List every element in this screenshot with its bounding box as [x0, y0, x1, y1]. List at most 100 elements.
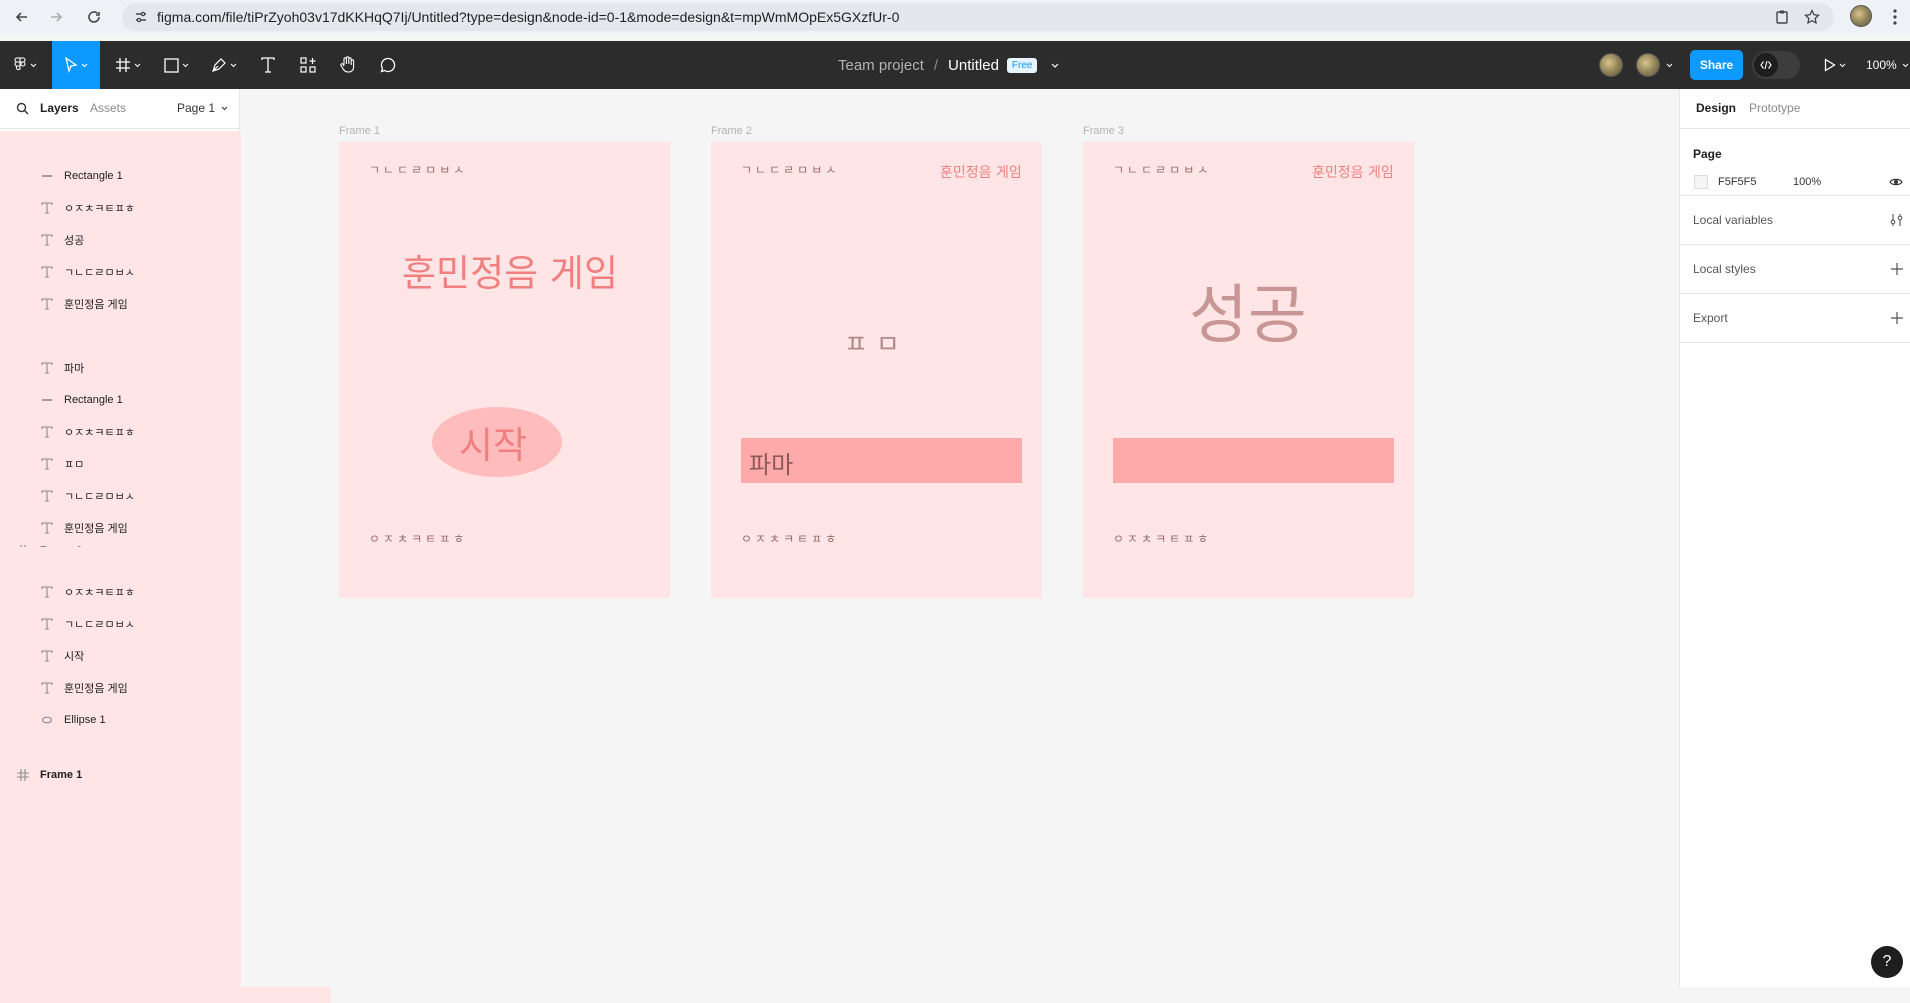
- file-name[interactable]: Untitled: [948, 57, 999, 74]
- resources-button[interactable]: [292, 41, 324, 89]
- top-jamo-text[interactable]: ㄱㄴㄷㄹㅁㅂㅅ: [369, 161, 467, 178]
- bottom-jamo-text[interactable]: ㅇㅈㅊㅋㅌㅍㅎ: [1113, 530, 1211, 547]
- frame-3[interactable]: ㄱㄴㄷㄹㅁㅂㅅ 훈민정음 게임 성공 ㅇㅈㅊㅋㅌㅍㅎ: [1083, 142, 1414, 598]
- move-tool-button[interactable]: [52, 41, 100, 89]
- bottom-jamo-text[interactable]: ㅇㅈㅊㅋㅌㅍㅎ: [369, 530, 467, 547]
- layer-name: ㄱㄴㄷㄹㅁㅂㅅ: [64, 267, 135, 279]
- zoom-dropdown[interactable]: 100%: [1866, 41, 1909, 89]
- tab-layers[interactable]: Layers: [40, 101, 79, 115]
- page-color-hex[interactable]: F5F5F5: [1718, 176, 1757, 188]
- comment-tool-button[interactable]: [372, 41, 404, 89]
- text-layer-icon: [40, 297, 54, 311]
- layer-row[interactable]: Rectangle 1: [0, 163, 239, 189]
- layer-row[interactable]: ㄱㄴㄷㄹㅁㅂㅅ: [0, 259, 239, 285]
- present-button[interactable]: [1820, 41, 1850, 89]
- answer-text[interactable]: 파마: [749, 445, 793, 480]
- frame-label[interactable]: Frame 2: [711, 125, 752, 137]
- share-button[interactable]: Share: [1690, 50, 1743, 80]
- chevron-down-icon[interactable]: [1051, 63, 1059, 68]
- local-styles-section[interactable]: Local styles: [1680, 245, 1910, 294]
- result-rectangle[interactable]: [1113, 438, 1394, 483]
- layer-row[interactable]: 파마: [0, 355, 239, 381]
- top-jamo-text[interactable]: ㄱㄴㄷㄹㅁㅂㅅ: [1113, 161, 1211, 178]
- text-layer-icon: [40, 585, 54, 599]
- page-selector[interactable]: Page 1: [177, 101, 228, 115]
- tab-design[interactable]: Design: [1696, 101, 1736, 115]
- pen-tool-button[interactable]: [206, 41, 242, 89]
- frame-tool-button[interactable]: [110, 41, 146, 89]
- layer-row[interactable]: ㅇㅈㅊㅋㅌㅍㅎ: [0, 195, 239, 221]
- layer-row[interactable]: ㅇㅈㅊㅋㅌㅍㅎ: [0, 579, 239, 605]
- components-icon: [300, 57, 316, 73]
- page-opacity[interactable]: 100%: [1793, 176, 1821, 188]
- layer-row[interactable]: 훈민정음 게임: [0, 515, 239, 541]
- game-title[interactable]: 훈민정음 게임: [402, 243, 618, 297]
- eye-icon[interactable]: [1889, 177, 1903, 187]
- layer-row[interactable]: ㄱㄴㄷㄹㅁㅂㅅ: [0, 611, 239, 637]
- search-icon[interactable]: [16, 102, 29, 115]
- browser-menu-icon[interactable]: [1893, 9, 1897, 25]
- layer-row[interactable]: Ellipse 1: [0, 707, 239, 733]
- small-game-title[interactable]: 훈민정음 게임: [940, 162, 1022, 182]
- add-icon[interactable]: [1891, 312, 1903, 324]
- layer-row[interactable]: 시작: [0, 643, 239, 669]
- forward-icon[interactable]: [44, 5, 68, 29]
- text-layer-icon: [40, 201, 54, 215]
- site-settings-icon[interactable]: [134, 10, 148, 24]
- code-icon: [1754, 53, 1778, 77]
- plan-badge[interactable]: Free: [1006, 57, 1038, 73]
- url-text[interactable]: figma.com/file/tiPrZyoh03v17dKKHqQ7Ij/Un…: [157, 9, 899, 25]
- page-color-swatch[interactable]: [1694, 175, 1708, 189]
- start-button-label[interactable]: 시작: [459, 415, 527, 469]
- layer-row[interactable]: Rectangle 1: [0, 387, 239, 413]
- export-section[interactable]: Export: [1680, 294, 1910, 343]
- address-bar[interactable]: figma.com/file/tiPrZyoh03v17dKKHqQ7Ij/Un…: [122, 3, 1834, 31]
- layer-row[interactable]: ㅍㅁ: [0, 451, 239, 477]
- layer-name: Rectangle 1: [64, 394, 123, 406]
- clipboard-icon[interactable]: [1774, 9, 1790, 25]
- bookmark-star-icon[interactable]: [1804, 9, 1820, 25]
- local-variables-label[interactable]: Local variables: [1693, 213, 1773, 227]
- browser-profile-avatar[interactable]: [1850, 5, 1872, 27]
- back-icon[interactable]: [10, 5, 34, 29]
- text-layer-icon: [40, 521, 54, 535]
- bottom-jamo-text[interactable]: ㅇㅈㅊㅋㅌㅍㅎ: [741, 530, 839, 547]
- local-variables-section[interactable]: Local variables: [1680, 196, 1910, 245]
- frame-label[interactable]: Frame 3: [1083, 125, 1124, 137]
- hint-jamo[interactable]: ㅍㅁ: [844, 324, 908, 361]
- local-styles-label[interactable]: Local styles: [1693, 262, 1756, 276]
- collaborator-avatar[interactable]: [1599, 53, 1623, 77]
- tab-assets[interactable]: Assets: [90, 101, 126, 115]
- add-icon[interactable]: [1891, 263, 1903, 275]
- frame-1[interactable]: ㄱㄴㄷㄹㅁㅂㅅ 훈민정음 게임 시작 ㅇㅈㅊㅋㅌㅍㅎ: [339, 142, 670, 598]
- small-game-title[interactable]: 훈민정음 게임: [1312, 162, 1394, 182]
- frame-label[interactable]: Frame 1: [339, 125, 380, 137]
- dev-mode-toggle[interactable]: [1752, 51, 1800, 79]
- team-name[interactable]: Team project: [838, 57, 924, 74]
- export-label[interactable]: Export: [1693, 311, 1728, 325]
- help-button[interactable]: ?: [1871, 946, 1903, 978]
- success-text[interactable]: 성공: [1189, 264, 1307, 356]
- layer-name: 성공: [64, 235, 85, 247]
- main-menu-button[interactable]: [8, 41, 42, 89]
- browser-bar: figma.com/file/tiPrZyoh03v17dKKHqQ7Ij/Un…: [0, 0, 1910, 34]
- hand-tool-button[interactable]: [332, 41, 364, 89]
- layer-row[interactable]: ㅇㅈㅊㅋㅌㅍㅎ: [0, 419, 239, 445]
- rectangle-layer-icon: [40, 393, 54, 407]
- top-jamo-text[interactable]: ㄱㄴㄷㄹㅁㅂㅅ: [741, 161, 839, 178]
- shape-tool-button[interactable]: [158, 41, 194, 89]
- layer-row[interactable]: 성공: [0, 227, 239, 253]
- file-title-area: Team project / Untitled Free: [838, 41, 1059, 89]
- chevron-down-icon[interactable]: [1666, 63, 1673, 68]
- frame-2[interactable]: ㄱㄴㄷㄹㅁㅂㅅ 훈민정음 게임 ㅍㅁ 파마 ㅇㅈㅊㅋㅌㅍㅎ: [711, 142, 1042, 598]
- design-canvas[interactable]: Frame 1 ㄱㄴㄷㄹㅁㅂㅅ 훈민정음 게임 시작 ㅇㅈㅊㅋㅌㅍㅎ Frame…: [241, 89, 1678, 987]
- tab-prototype[interactable]: Prototype: [1749, 101, 1800, 115]
- text-tool-button[interactable]: [252, 41, 284, 89]
- variables-settings-icon[interactable]: [1890, 213, 1903, 227]
- reload-icon[interactable]: [82, 5, 106, 29]
- layer-row[interactable]: ㄱㄴㄷㄹㅁㅂㅅ: [0, 483, 239, 509]
- user-avatar[interactable]: [1636, 53, 1660, 77]
- layer-row[interactable]: 훈민정음 게임: [0, 675, 239, 701]
- layer-row[interactable]: 훈민정음 게임: [0, 291, 239, 317]
- frame-icon: [116, 58, 130, 72]
